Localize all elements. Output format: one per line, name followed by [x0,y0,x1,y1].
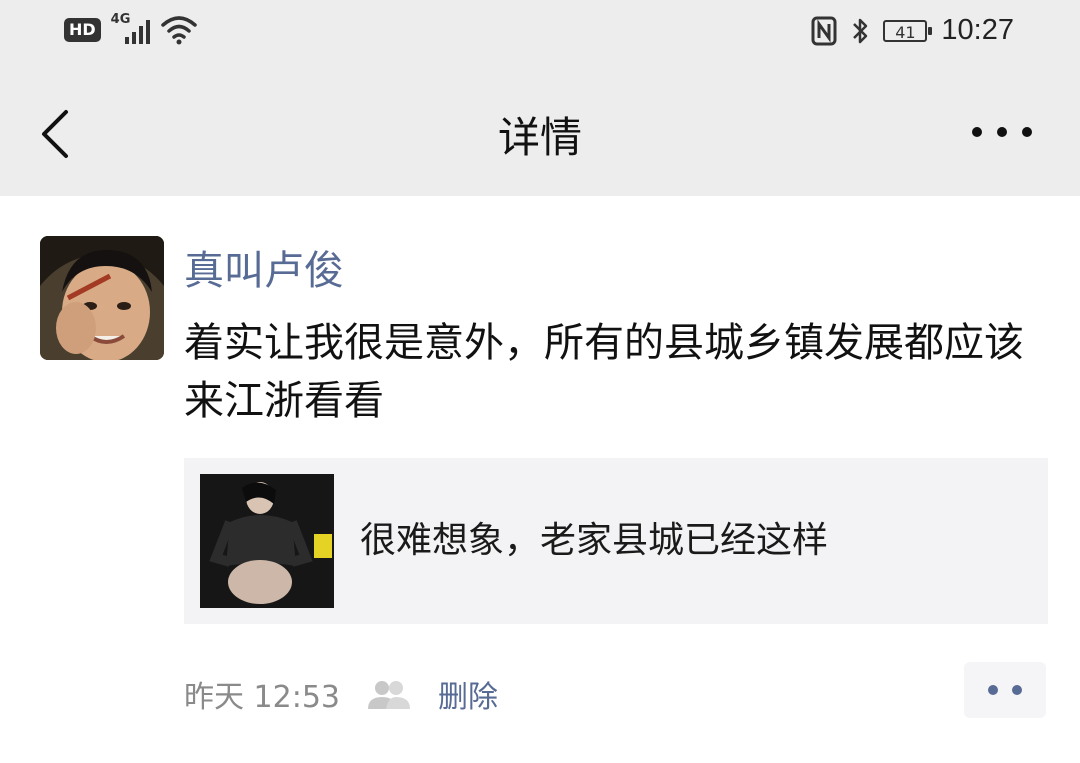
status-right: 41 10:27 [811,14,1014,47]
avatar[interactable] [40,236,164,360]
page-title: 详情 [497,113,582,162]
comment-like-button[interactable] [964,662,1046,718]
friends-icon [368,681,410,709]
hd-icon: HD [64,18,101,42]
status-time: 10:27 [941,14,1014,46]
battery-icon: 41 [883,19,933,42]
post-meta: 昨天 12:53 删除 [184,672,498,716]
signal-icon: 4G [111,12,151,46]
delete-link[interactable]: 删除 [438,672,498,716]
more-dots-icon [988,685,998,695]
post-username[interactable]: 真叫卢俊 [184,238,344,296]
wifi-icon [160,16,197,45]
shared-title: 很难想象，老家县城已经这样 [360,520,829,561]
nav-bar: 详情 [0,72,1080,196]
bluetooth-icon [853,18,868,43]
nfc-icon [811,16,837,45]
status-bar: HD 4G 41 10:27 [0,0,1080,72]
shared-thumbnail [200,474,334,608]
avatar-image [40,236,164,360]
shared-link-card[interactable]: 很难想象，老家县城已经这样 [184,458,1048,624]
post-text: 着实让我很是意外，所有的县城乡镇发展都应该来江浙看看 [184,320,1024,424]
post-time: 昨天 12:53 [184,680,340,715]
status-left: HD 4G [64,12,197,46]
moment-post: 真叫卢俊 着实让我很是意外，所有的县城乡镇发展都应该来江浙看看 很难想象，老家县… [0,196,1080,763]
more-icon [972,127,982,137]
more-button[interactable] [972,120,1032,144]
